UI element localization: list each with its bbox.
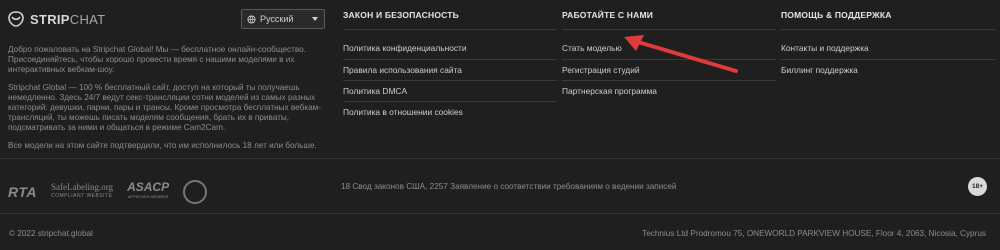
- annotation-arrow-icon: [624, 35, 738, 73]
- globe-icon: [247, 14, 256, 24]
- language-selected-value: Русский: [260, 14, 294, 24]
- safelabeling-logo-text: SafeLabeling.org: [50, 182, 114, 192]
- safelabeling-logo-subtext: COMPLIANT WEBSITE: [50, 193, 113, 199]
- asacp-logo-subtext: APPROVED MEMBER: [127, 194, 169, 199]
- footer-column-legal: ЗАКОН И БЕЗОПАСНОСТЬ Политика конфиденци…: [343, 10, 557, 122]
- column-title: РАБОТАЙТЕ С НАМИ: [562, 10, 654, 20]
- safelabeling-logo[interactable]: SafeLabeling.org COMPLIANT WEBSITE: [51, 183, 113, 201]
- copyright-text: © 2022 stripchat.global: [9, 229, 93, 238]
- column-divider: [343, 29, 557, 30]
- about-paragraph-1: Добро пожаловать на Stripchat Global! Мы…: [8, 45, 306, 74]
- footer-divider: [0, 213, 1000, 214]
- link-contacts-support[interactable]: Контакты и поддержка: [781, 38, 995, 59]
- link-terms-of-use[interactable]: Правила использования сайта: [343, 59, 557, 80]
- link-dmca-policy[interactable]: Политика DMCA: [343, 80, 557, 101]
- footer-divider: [0, 158, 1000, 159]
- usc-2257-statement-link[interactable]: 18 Свод законов США, 2257 Заявление о со…: [341, 182, 677, 191]
- link-privacy-policy[interactable]: Политика конфиденциальности: [343, 38, 557, 59]
- about-text: Добро пожаловать на Stripchat Global! Мы…: [8, 45, 333, 159]
- seal-icon: [183, 180, 208, 204]
- column-divider: [562, 29, 776, 30]
- link-cookie-policy[interactable]: Политика в отношении cookies: [343, 101, 557, 122]
- site-footer: STRIPCHAT Русский Добро пожаловать на St…: [0, 0, 1000, 250]
- column-title: ПОМОЩЬ & ПОДДЕРЖКА: [781, 10, 892, 20]
- company-address: Technius Ltd Prodromou 75, ONEWORLD PARK…: [642, 229, 986, 238]
- asacp-logo[interactable]: ASACP APPROVED MEMBER: [127, 180, 170, 202]
- column-links: Политика конфиденциальности Правила испо…: [343, 38, 557, 122]
- column-title: ЗАКОН И БЕЗОПАСНОСТЬ: [343, 10, 459, 20]
- rta-logo[interactable]: RTA: [8, 184, 37, 200]
- about-paragraph-2: Stripchat Global — 100 % бесплатный сайт…: [8, 83, 321, 132]
- column-links: Контакты и поддержка Биллинг поддержка: [781, 38, 995, 80]
- compliance-logos: RTA SafeLabeling.org COMPLIANT WEBSITE A…: [8, 180, 208, 204]
- asacp-logo-text: ASACP: [127, 180, 170, 194]
- language-select[interactable]: Русский: [241, 9, 325, 29]
- link-billing-support[interactable]: Биллинг поддержка: [781, 59, 995, 80]
- age-18-badge: 18+: [968, 177, 987, 196]
- footer-column-support: ПОМОЩЬ & ПОДДЕРЖКА Контакты и поддержка …: [781, 10, 995, 80]
- chevron-down-icon: [312, 17, 318, 21]
- brand-name: STRIPCHAT: [30, 11, 106, 27]
- stripchat-logo-icon: [8, 11, 24, 27]
- link-affiliate-program[interactable]: Партнерская программа: [562, 80, 776, 101]
- about-paragraph-3: Все модели на этом сайте подтвердили, чт…: [8, 141, 317, 150]
- column-divider: [781, 29, 995, 30]
- stripchat-logo[interactable]: STRIPCHAT: [8, 11, 105, 27]
